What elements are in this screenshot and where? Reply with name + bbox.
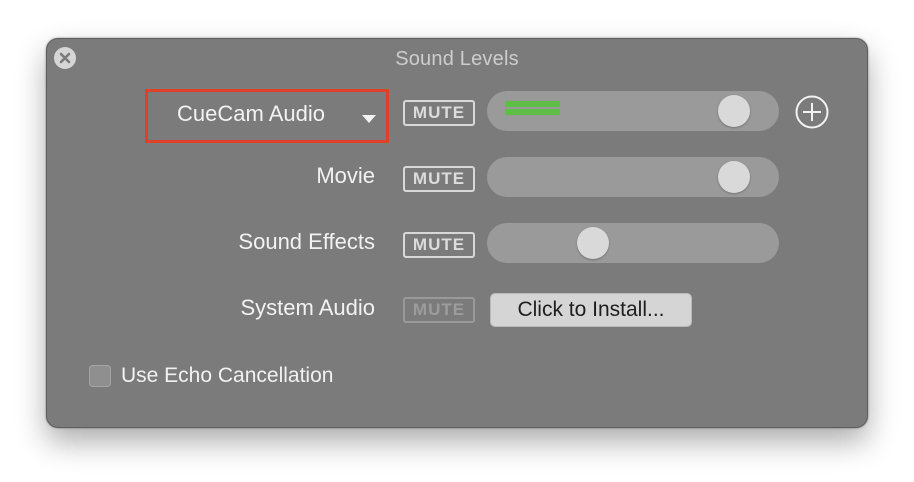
audio-source-label: CueCam Audio (177, 101, 325, 126)
window-title: Sound Levels (395, 48, 519, 70)
volume-slider-movie[interactable] (487, 157, 779, 197)
level-meter (505, 101, 561, 121)
mute-button-cuecam[interactable]: MUTE (403, 100, 475, 126)
chevron-down-icon (362, 115, 376, 123)
volume-slider-cuecam[interactable] (487, 91, 779, 131)
mute-button-sound-effects[interactable]: MUTE (403, 232, 475, 258)
echo-cancellation-checkbox[interactable] (89, 365, 111, 387)
echo-cancellation-label: Use Echo Cancellation (121, 364, 334, 387)
mute-button-movie[interactable]: MUTE (403, 166, 475, 192)
row-label-sound-effects: Sound Effects (238, 229, 375, 254)
sound-levels-window: Sound Levels CueCam Audio MUTE Movie MUT… (46, 38, 868, 428)
plus-circle-icon[interactable] (795, 95, 829, 129)
mute-button-system-audio: MUTE (403, 297, 475, 323)
slider-thumb[interactable] (717, 161, 750, 193)
slider-thumb[interactable] (717, 95, 750, 127)
row-label-system-audio: System Audio (240, 295, 375, 320)
install-button[interactable]: Click to Install... (490, 293, 692, 327)
volume-slider-sound-effects[interactable] (487, 223, 779, 263)
slider-thumb[interactable] (576, 227, 609, 259)
row-label-movie: Movie (316, 163, 375, 188)
audio-source-dropdown[interactable]: CueCam Audio (145, 89, 389, 143)
